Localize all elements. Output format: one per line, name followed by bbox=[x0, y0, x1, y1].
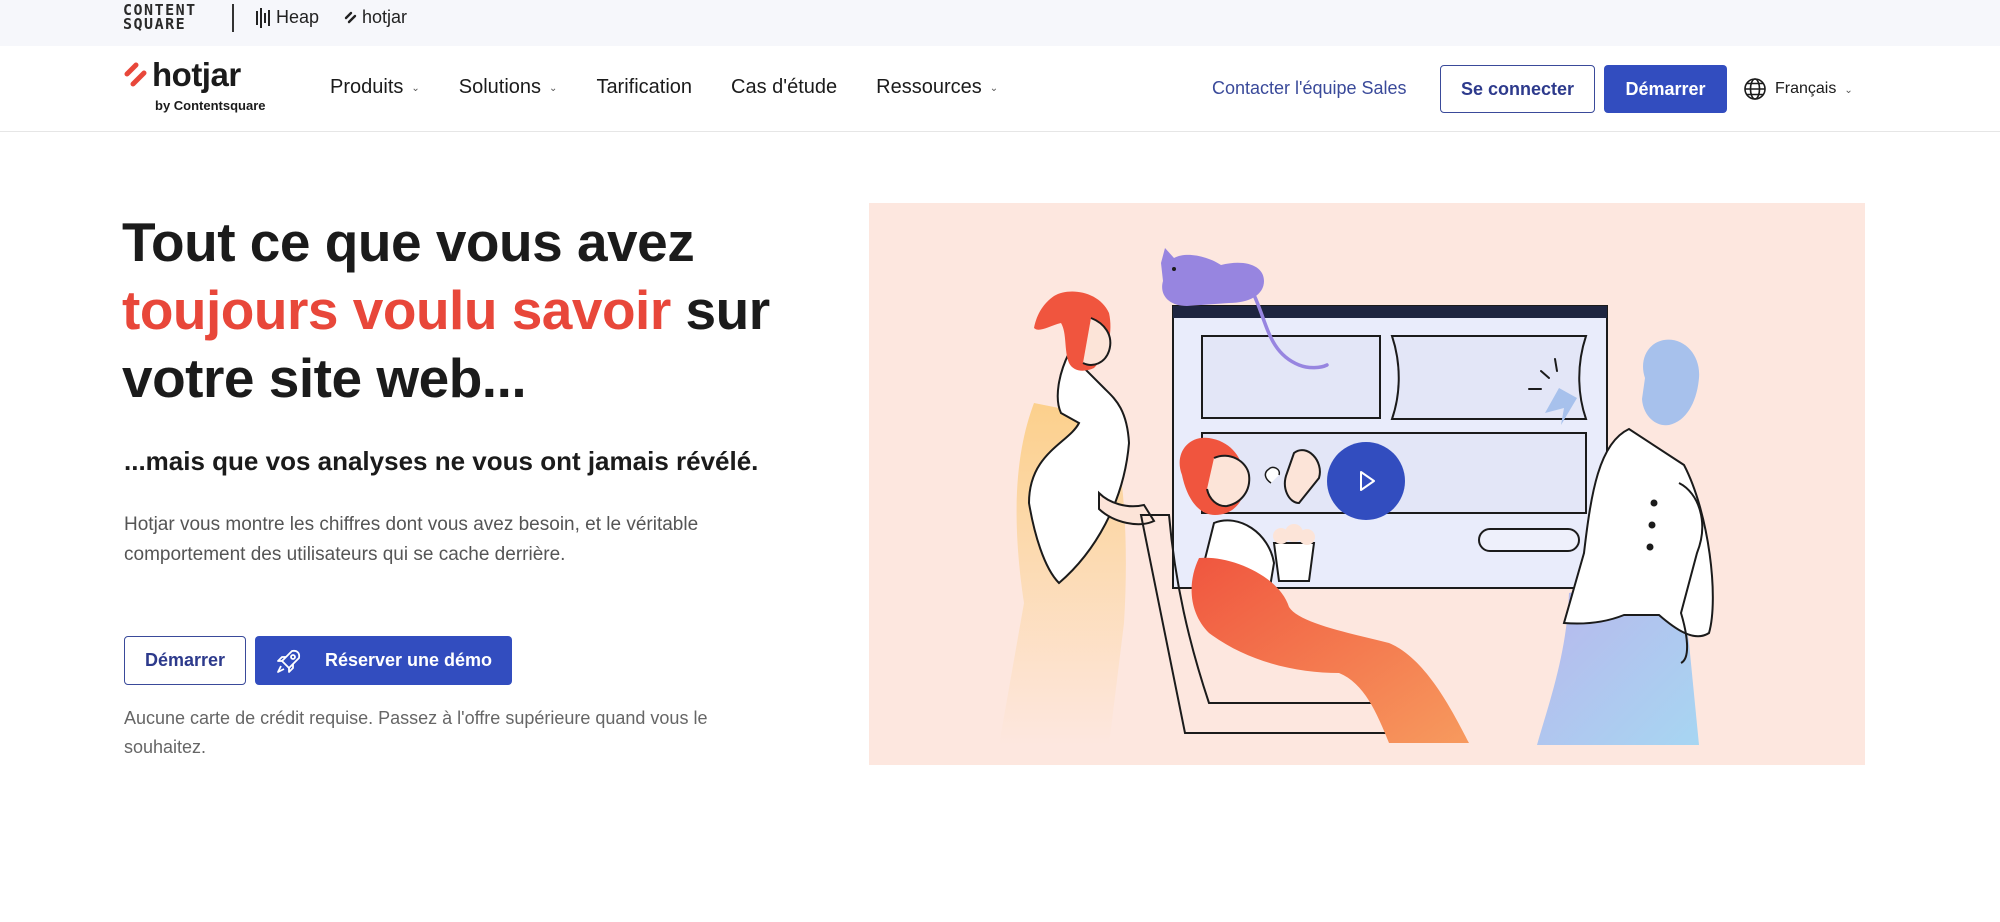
chevron-down-icon: ⌄ bbox=[1844, 84, 1853, 96]
language-selector[interactable]: Français ⌄ bbox=[1743, 77, 1853, 101]
start-button[interactable]: Démarrer bbox=[124, 636, 246, 685]
nav-item-cas-etude[interactable]: Cas d'étude bbox=[731, 76, 837, 99]
book-demo-button[interactable]: Réserver une démo bbox=[255, 636, 512, 685]
heap-logo-icon bbox=[256, 7, 270, 28]
contentsquare-logo[interactable]: CONTENT SQUARE bbox=[123, 3, 197, 32]
hero-illustration bbox=[869, 203, 1865, 765]
chevron-down-icon: ⌄ bbox=[549, 83, 558, 94]
main-navbar: hotjar by Contentsquare Produits ⌄ Soluti… bbox=[0, 46, 2000, 132]
contact-sales-link[interactable]: Contacter l'équipe Sales bbox=[1212, 78, 1407, 99]
nav-item-ressources[interactable]: Ressources ⌄ bbox=[876, 76, 998, 99]
hero-description: Hotjar vous montre les chiffres dont vou… bbox=[124, 514, 699, 565]
nav-item-solutions[interactable]: Solutions ⌄ bbox=[459, 76, 558, 99]
hotjar-small-logo[interactable]: hotjar bbox=[344, 7, 407, 28]
play-icon bbox=[1360, 471, 1375, 491]
nav-item-tarification[interactable]: Tarification bbox=[596, 76, 692, 99]
hero-title-accent: toujours voulu savoir bbox=[122, 279, 671, 341]
login-button[interactable]: Se connecter bbox=[1440, 65, 1595, 113]
play-video-button[interactable] bbox=[1327, 442, 1405, 520]
heap-logo[interactable]: Heap bbox=[256, 7, 319, 28]
brand-bar: CONTENT SQUARE Heap hotjar bbox=[0, 0, 2000, 46]
chevron-down-icon: ⌄ bbox=[411, 83, 420, 94]
chevron-down-icon: ⌄ bbox=[989, 83, 999, 94]
hero-title: Tout ce que vous avez toujours voulu sav… bbox=[122, 211, 770, 409]
nav-item-produits[interactable]: Produits ⌄ bbox=[330, 76, 420, 99]
woman-art bbox=[999, 291, 1156, 745]
globe-icon bbox=[1744, 78, 1766, 100]
rocket-icon bbox=[277, 649, 301, 673]
brand-divider bbox=[232, 4, 234, 32]
start-button-nav[interactable]: Démarrer bbox=[1604, 65, 1727, 113]
hotjar-logo-icon bbox=[124, 62, 147, 87]
nav-menu: Produits ⌄ Solutions ⌄ Tarification Cas d'… bbox=[330, 76, 998, 99]
hero-subtitle: ...mais que vos analyses ne vous ont jam… bbox=[124, 446, 759, 476]
hero-footnote: Aucune carte de crédit requise. Passez à… bbox=[124, 708, 708, 757]
hotjar-logo-icon bbox=[344, 11, 357, 23]
